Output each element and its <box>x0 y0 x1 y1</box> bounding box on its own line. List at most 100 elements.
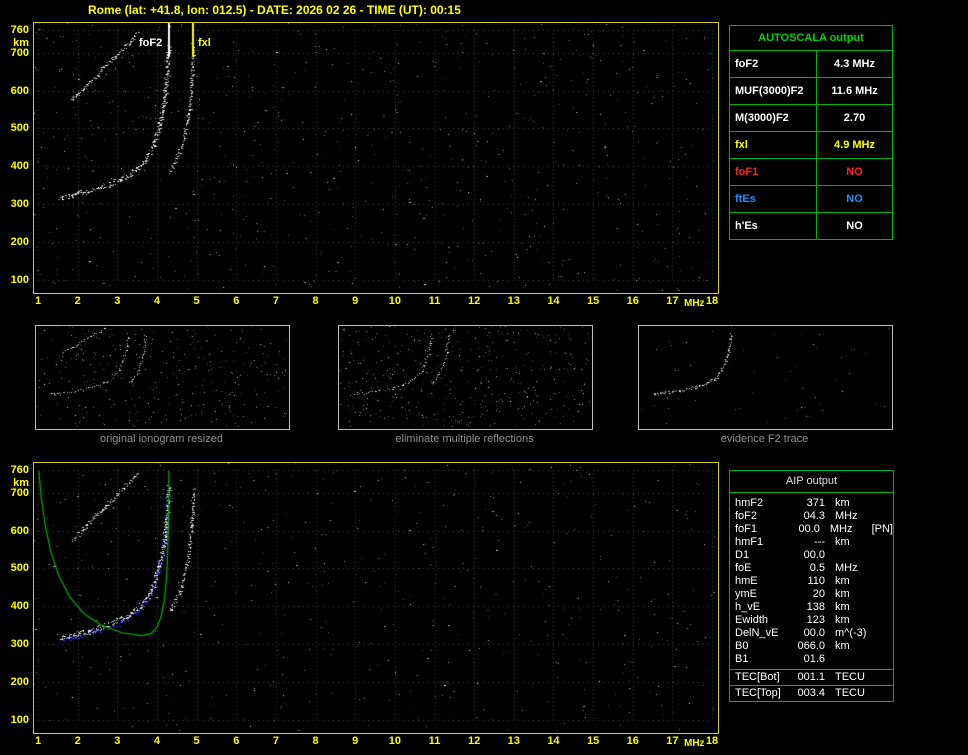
mini-panel-original <box>35 325 290 430</box>
aip-note <box>875 536 879 549</box>
x-tick-label: 3 <box>114 735 121 747</box>
x-tick-label: 9 <box>352 295 359 307</box>
aip-unit: MHz <box>835 510 858 522</box>
table-row-fxl: fxl 4.9 MHz <box>730 132 892 159</box>
aip-unit: m^(-3) <box>835 627 867 639</box>
aip-label: B0 <box>735 640 749 652</box>
row-value: 11.6 MHz <box>831 85 878 97</box>
x-tick-label: 2 <box>74 735 81 747</box>
aip-unit: km <box>835 575 850 587</box>
aip-note <box>875 601 879 614</box>
x-tick-label: 2 <box>74 295 81 307</box>
autoscala-table-title: AUTOSCALA output <box>730 26 892 51</box>
ionogram-plot-top: foF2 fxl <box>33 22 719 294</box>
aip-row-B0: B0 066.0 km <box>730 640 893 653</box>
y-tick-label: 760 <box>10 24 29 36</box>
aip-value: 00.0 <box>803 627 825 639</box>
aip-unit <box>825 653 875 666</box>
aip-row-DelNvE: DelN_vE 00.0 m^(-3) <box>730 627 893 640</box>
y-tick-label: 600 <box>10 524 29 537</box>
aip-label: TEC[Top] <box>735 687 781 699</box>
x-tick-label: 17 <box>666 295 679 307</box>
row-label: h'Es <box>730 213 817 239</box>
x-tick-label: 9 <box>352 735 359 747</box>
aip-note <box>875 549 879 562</box>
x-tick-label: 8 <box>312 295 319 307</box>
ionogram-canvas-top <box>34 23 716 291</box>
row-label: foF1 <box>730 159 817 185</box>
aip-value: 0.5 <box>809 562 825 574</box>
aip-value: 01.6 <box>803 653 825 665</box>
aip-note <box>875 614 879 627</box>
aip-row-tec-bot: TEC[Bot] 001.1 TECU <box>730 669 893 685</box>
aip-note <box>875 562 879 575</box>
aip-row-hvE: h_vE 138 km <box>730 601 893 614</box>
mini-canvas-evidence-f2 <box>639 326 890 427</box>
aip-note <box>875 510 879 523</box>
x-tick-label: 5 <box>193 295 200 307</box>
table-row-foF1: foF1 NO <box>730 159 892 186</box>
mini-caption-original: original ionogram resized <box>100 433 223 445</box>
aip-unit: km <box>835 588 850 600</box>
aip-unit <box>825 549 875 562</box>
aip-value: 001.1 <box>797 671 825 683</box>
aip-row-Ewidth: Ewidth 123 km <box>730 614 893 627</box>
aip-note <box>875 575 879 588</box>
row-label: ftEs <box>730 186 817 212</box>
aip-table-title: AIP output <box>730 471 893 493</box>
aip-label: hmE <box>735 575 758 587</box>
aip-row-tec-top: TEC[Top] 003.4 TECU <box>730 685 893 701</box>
x-tick-label: 18 <box>705 735 719 747</box>
aip-row-foF2: foF2 04.3 MHz <box>730 510 893 523</box>
aip-value: 110 <box>807 575 825 587</box>
y-tick-label: 600 <box>10 84 29 97</box>
aip-row-B1: B1 01.6 <box>730 653 893 666</box>
mini-caption-eliminate-reflections: eliminate multiple reflections <box>395 433 534 445</box>
x-tick-label: 1 <box>34 735 42 747</box>
row-value: NO <box>846 220 863 232</box>
aip-row-ymE: ymE 20 km <box>730 588 893 601</box>
y-tick-label: 200 <box>10 676 29 689</box>
x-tick-label: 10 <box>388 735 401 747</box>
x-tick-label: 7 <box>272 295 279 307</box>
aip-row-foF1: foF1 00.0 MHz [PN] <box>730 523 893 536</box>
aip-note <box>875 627 879 640</box>
row-value: 2.70 <box>843 112 866 124</box>
x-tick-label: 4 <box>153 295 160 307</box>
mini-canvas-eliminate-reflections <box>339 326 590 427</box>
foF2-marker-label: foF2 <box>139 37 163 49</box>
aip-label: hmF1 <box>735 536 764 548</box>
x-tick-label: 11 <box>428 735 441 747</box>
aip-label: foF2 <box>735 510 758 522</box>
aip-unit: km <box>835 601 850 613</box>
autoscala-window: Rome (lat: +41.8, lon: 012.5) - DATE: 20… <box>0 0 968 755</box>
fxl-marker-label: fxl <box>198 37 211 49</box>
aip-label: foE <box>735 562 752 574</box>
x-axis-unit-label: MHz <box>684 738 705 749</box>
aip-value: 00.0 <box>803 549 825 561</box>
aip-unit: km <box>835 640 850 652</box>
ionogram-canvas-bottom <box>34 463 716 731</box>
y-tick-label: 300 <box>10 638 29 651</box>
x-tick-label: 15 <box>586 735 600 747</box>
y-tick-label: 300 <box>10 198 29 211</box>
table-row-ftEs: ftEs NO <box>730 186 892 213</box>
aip-note <box>875 640 879 653</box>
aip-label: D1 <box>735 549 750 561</box>
aip-value: 138 <box>806 601 825 613</box>
x-tick-label: 6 <box>233 295 240 307</box>
x-tick-label: 7 <box>272 735 279 747</box>
aip-label: B1 <box>735 653 749 665</box>
aip-note <box>875 588 879 601</box>
aip-unit: TECU <box>835 671 865 683</box>
y-tick-label: 200 <box>10 236 29 249</box>
ionogram-plot-bottom <box>33 462 719 734</box>
aip-label: TEC[Bot] <box>735 671 780 683</box>
aip-label: ymE <box>735 588 757 600</box>
x-tick-label: 18 <box>705 295 719 307</box>
aip-value: 066.0 <box>797 640 825 652</box>
autoscala-output-table: AUTOSCALA output foF2 4.3 MHz MUF(3000)F… <box>729 25 893 240</box>
mini-caption-evidence-f2: evidence F2 trace <box>720 433 809 445</box>
y-tick-label: 100 <box>10 274 29 286</box>
x-tick-label: 3 <box>114 295 121 307</box>
